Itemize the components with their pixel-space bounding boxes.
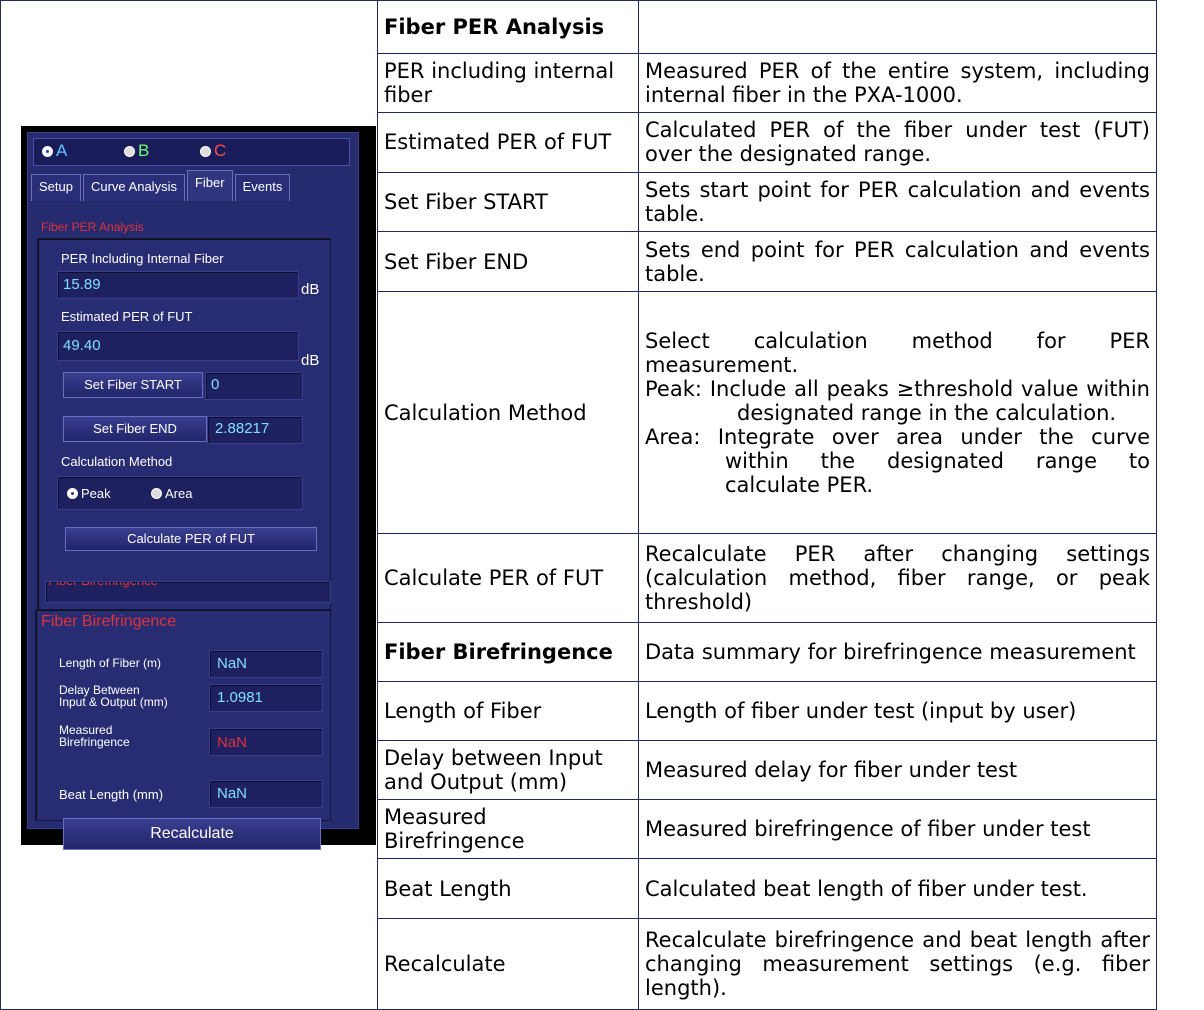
recalculate-button[interactable]: Recalculate (63, 818, 321, 850)
beat-value: NaN (217, 785, 248, 802)
radio-icon (151, 488, 162, 499)
row-desc: Calculated PER of the fiber under test (… (638, 111, 1157, 174)
row-desc: Select calculation method for PER measur… (638, 291, 1157, 534)
tab-events[interactable]: Events (234, 174, 291, 201)
reference-table: A B C Setup Curve Analysis Fiber Events … (0, 0, 1157, 1010)
row-name: Fiber Birefringence (377, 621, 639, 682)
radio-a[interactable]: A (42, 141, 67, 161)
row-name: Delay between Input and Output (mm) (377, 739, 639, 800)
method-peak-desc: Peak: Include all peaks ≥threshold value… (645, 376, 1150, 425)
row-name: PER including internal fiber (377, 52, 639, 113)
bire-section-title: Fiber Birefringence (41, 613, 177, 630)
row-desc: Measured birefringence of fiber under te… (638, 798, 1157, 859)
radio-selected-icon (67, 488, 78, 499)
length-value: NaN (217, 655, 248, 672)
method-peak[interactable]: Peak (67, 486, 111, 501)
beat-label: Beat Length (mm) (59, 787, 164, 802)
row-name: Calculate PER of FUT (377, 532, 639, 623)
est-per-unit: dB (301, 352, 320, 369)
row-desc: Recalculate birefringence and beat lengt… (638, 918, 1157, 1010)
row-desc: Sets end point for PER calculation and e… (638, 231, 1157, 293)
delay-value: 1.0981 (217, 689, 263, 706)
method-label: Calculation Method (61, 454, 173, 469)
row-desc: Measured PER of the entire system, inclu… (638, 52, 1157, 113)
length-label: Length of Fiber (m) (59, 656, 162, 670)
row-desc: Calculated beat length of fiber under te… (638, 857, 1157, 920)
collapsed-bire-strip: Fiber Birefringence (45, 581, 331, 603)
row-name: Measured Birefringence (377, 798, 639, 859)
est-per-value: 49.40 (63, 337, 101, 354)
row-name: Set Fiber START (377, 172, 639, 233)
row-desc: Length of fiber under test (input by use… (638, 680, 1157, 741)
screenshot-cell: A B C Setup Curve Analysis Fiber Events … (0, 0, 378, 1010)
row-name: Set Fiber END (377, 231, 639, 293)
tab-fiber[interactable]: Fiber (186, 170, 233, 201)
start-value: 0 (211, 376, 220, 393)
channel-selector: A B C (33, 138, 350, 166)
end-value: 2.88217 (215, 420, 270, 437)
calculate-per-button[interactable]: Calculate PER of FUT (65, 527, 317, 551)
measured-label: Measured Birefringence (59, 723, 130, 749)
radio-icon (124, 145, 135, 157)
row-name: Length of Fiber (377, 680, 639, 741)
app-screenshot: A B C Setup Curve Analysis Fiber Events … (21, 126, 376, 850)
radio-b[interactable]: B (124, 141, 149, 161)
radio-selected-icon (42, 145, 53, 157)
row-desc: Data summary for birefringence measureme… (638, 621, 1157, 682)
measured-value: NaN (217, 734, 248, 751)
row-desc: Sets start point for PER calculation and… (638, 172, 1157, 233)
row-name: Recalculate (377, 918, 639, 1010)
row-desc: Recalculate PER after changing settings … (638, 532, 1157, 623)
method-area[interactable]: Area (151, 486, 192, 501)
method-area-desc: Area: Integrate over area under the curv… (645, 424, 1150, 497)
radio-icon (200, 145, 211, 157)
row-desc: Measured delay for fiber under test (638, 739, 1157, 800)
per-section-title: Fiber PER Analysis (41, 220, 144, 234)
collapsed-bire-title: Fiber Birefringence (48, 582, 330, 588)
row-name: Beat Length (377, 857, 639, 920)
row-name: Calculation Method (377, 291, 639, 534)
tab-bar: Setup Curve Analysis Fiber Events (31, 170, 292, 201)
tab-curve-analysis[interactable]: Curve Analysis (82, 174, 185, 201)
set-fiber-end-button[interactable]: Set Fiber END (63, 416, 207, 442)
per-internal-value: 15.89 (63, 276, 101, 293)
table-header-title: Fiber PER Analysis (377, 0, 639, 54)
row-name: Estimated PER of FUT (377, 111, 639, 174)
radio-c[interactable]: C (200, 141, 226, 161)
delay-label: Delay Between Input & Output (mm) (59, 683, 168, 709)
set-fiber-start-button[interactable]: Set Fiber START (63, 372, 203, 398)
method-intro: Select calculation method for PER measur… (645, 328, 1150, 377)
table-header-desc (638, 0, 1157, 54)
per-internal-unit: dB (301, 281, 320, 298)
tab-setup[interactable]: Setup (31, 174, 81, 201)
start-field[interactable] (205, 372, 303, 400)
per-internal-label: PER Including Internal Fiber (61, 251, 224, 266)
est-per-label: Estimated PER of FUT (61, 309, 193, 324)
